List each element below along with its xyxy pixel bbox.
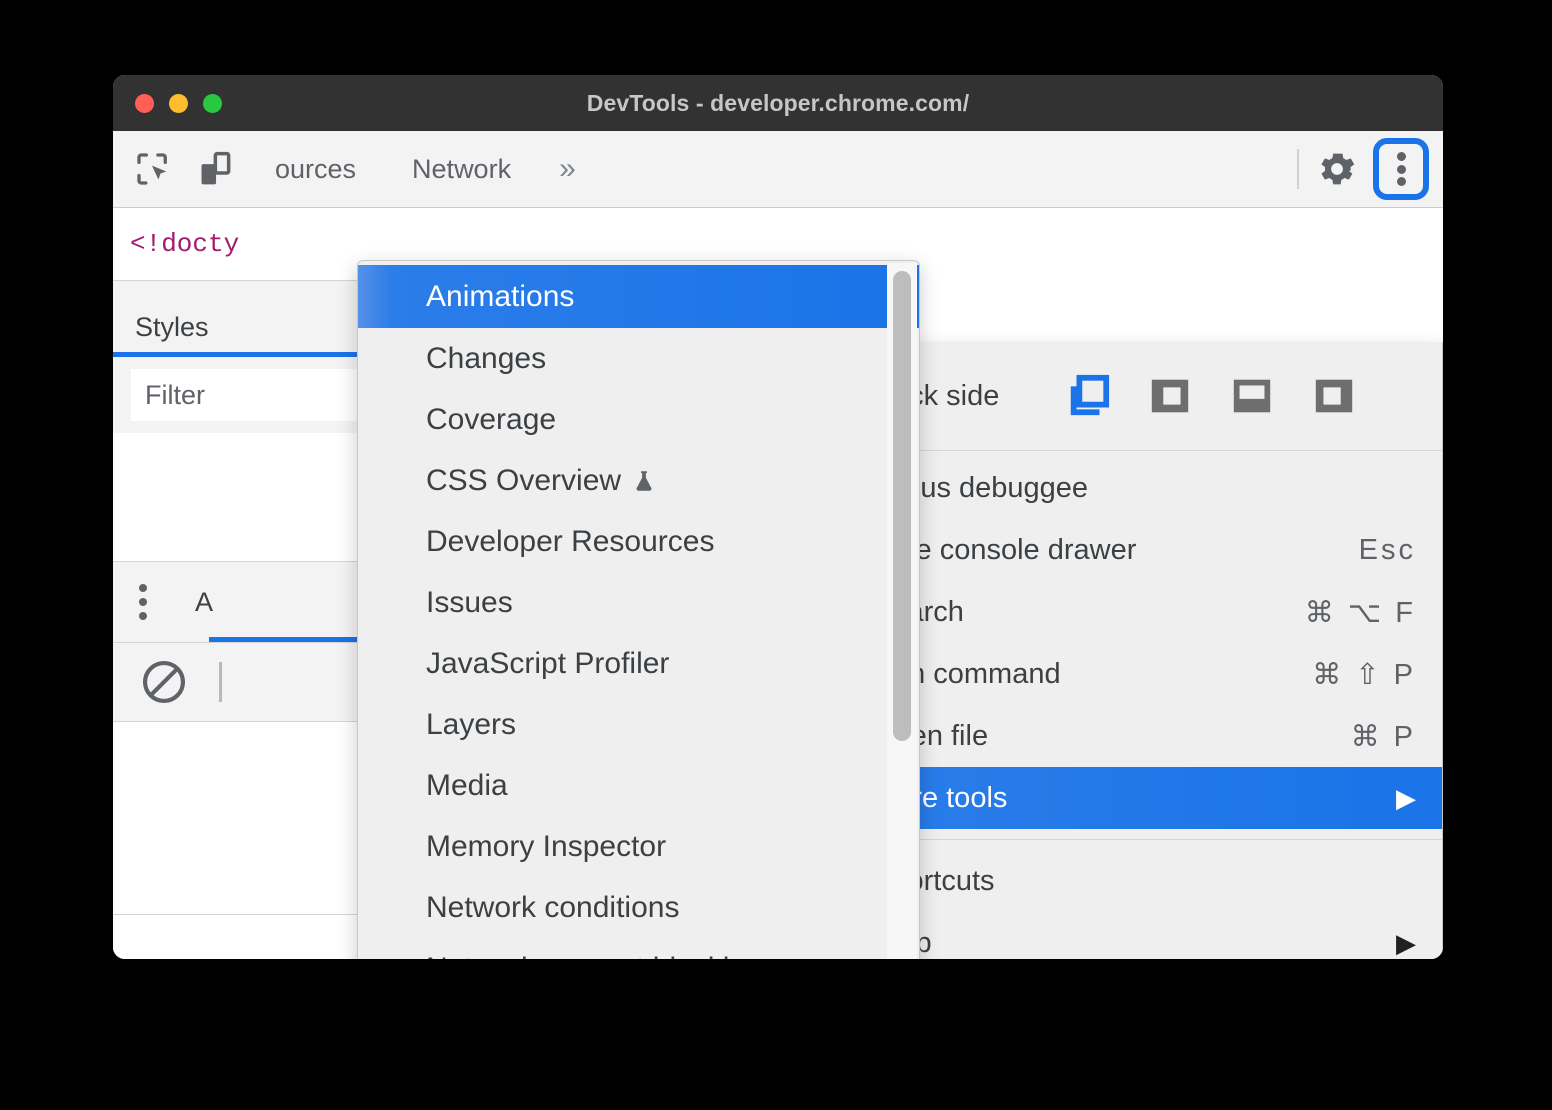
experimental-flask-icon — [631, 468, 657, 494]
submenu-item-label: JavaScript Profiler — [426, 646, 670, 680]
device-toolbar-icon[interactable] — [193, 147, 237, 191]
doctype-text: <!docty — [130, 228, 240, 259]
dock-to-bottom-button[interactable] — [1225, 369, 1279, 423]
submenu-item-label: Layers — [426, 707, 517, 741]
devtools-body: <!docty Styles Filter A ources Network »… — [113, 131, 1443, 959]
submenu-item-label: Media — [426, 768, 508, 802]
submenu-item-changes[interactable]: Changes — [358, 328, 919, 389]
close-window-button[interactable] — [135, 93, 154, 113]
submenu-item-css-overview[interactable]: CSS Overview — [358, 450, 919, 511]
submenu-item-layers[interactable]: Layers — [358, 694, 919, 755]
toolbar-right-group — [1285, 131, 1429, 207]
toolbar-divider — [1297, 149, 1299, 189]
submenu-scrollbar-thumb[interactable] — [893, 271, 911, 741]
maximize-window-button[interactable] — [203, 93, 222, 113]
submenu-item-memory-inspector[interactable]: Memory Inspector — [358, 816, 919, 877]
submenu-item-label: Animations — [426, 279, 575, 313]
styles-tab-underline — [113, 352, 373, 357]
dock-to-right-button[interactable] — [1307, 369, 1361, 423]
clear-console-icon[interactable] — [139, 657, 189, 707]
menu-item-shortcut: ⌘ ⌥ F — [1304, 596, 1416, 629]
submenu-item-label: Issues — [426, 585, 513, 619]
submenu-item-label: Network conditions — [426, 890, 680, 924]
devtools-toolbar: ources Network » — [113, 131, 1443, 208]
console-prompt-area[interactable] — [113, 915, 373, 959]
submenu-item-label: CSS Overview — [426, 463, 622, 497]
styles-content-area — [113, 433, 373, 562]
styles-filter-row: Filter — [113, 357, 373, 433]
submenu-item-developer-resources[interactable]: Developer Resources — [358, 511, 919, 572]
menu-item-shortcut: Esc — [1358, 533, 1416, 566]
window-title-bar: DevTools - developer.chrome.com/ — [113, 75, 1443, 131]
three-dot-vertical-icon — [1396, 149, 1406, 190]
tab-network[interactable]: Network — [384, 131, 539, 207]
submenu-item-network-request-blocking[interactable]: Network request blocking — [358, 938, 919, 960]
submenu-scrollbar[interactable] — [887, 263, 917, 959]
submenu-item-javascript-profiler[interactable]: JavaScript Profiler — [358, 633, 919, 694]
console-toolbar — [113, 643, 373, 722]
submenu-item-label: Changes — [426, 341, 547, 375]
submenu-item-coverage[interactable]: Coverage — [358, 389, 919, 450]
styles-filter-input[interactable]: Filter — [131, 369, 361, 421]
submenu-item-animations[interactable]: Animations — [358, 265, 919, 328]
menu-item-shortcut: ⌘ P — [1350, 720, 1416, 753]
styles-filter-placeholder: Filter — [145, 379, 205, 410]
elements-styles-panel: <!docty Styles Filter A — [113, 207, 373, 959]
devtools-window: DevTools - developer.chrome.com/ <!docty… — [113, 75, 1443, 959]
dom-tree-doctype-row[interactable]: <!docty — [113, 207, 373, 281]
submenu-item-network-conditions[interactable]: Network conditions — [358, 877, 919, 938]
more-tabs-icon[interactable]: » — [539, 131, 596, 207]
screenshot-stage: DevTools - developer.chrome.com/ <!docty… — [0, 0, 1552, 1110]
submenu-item-label: Network request blocking — [426, 952, 763, 960]
submenu-item-label: Developer Resources — [426, 524, 715, 558]
traffic-lights — [135, 75, 222, 131]
window-title: DevTools - developer.chrome.com/ — [586, 89, 970, 116]
styles-tab[interactable]: Styles — [113, 281, 373, 357]
more-tools-submenu-list: Animations Changes Coverage CSS Overview Dev… — [358, 261, 919, 959]
console-output-area — [113, 722, 373, 915]
menu-item-shortcut: ⌘ ⇧ P — [1312, 658, 1416, 691]
submenu-item-issues[interactable]: Issues — [358, 572, 919, 633]
inspect-element-icon[interactable] — [131, 147, 175, 191]
submenu-item-label: Coverage — [426, 402, 557, 436]
styles-tab-label: Styles — [135, 312, 209, 342]
submenu-item-media[interactable]: Media — [358, 755, 919, 816]
customize-devtools-kebab-button[interactable] — [1373, 138, 1429, 200]
tab-sources[interactable]: ources — [247, 131, 384, 207]
submenu-arrow-icon: ▶ — [1396, 783, 1416, 813]
undock-into-separate-window-button[interactable] — [1061, 369, 1115, 423]
drawer-tab-underline — [209, 637, 373, 642]
panel-tab-bar: ources Network » — [247, 131, 596, 207]
dock-to-left-button[interactable] — [1143, 369, 1197, 423]
minimize-window-button[interactable] — [169, 93, 188, 113]
console-drawer-header: A — [113, 562, 373, 643]
submenu-item-label: Memory Inspector — [426, 829, 667, 863]
gear-icon[interactable] — [1315, 147, 1359, 191]
console-toolbar-divider — [219, 662, 222, 702]
submenu-arrow-icon: ▶ — [1396, 928, 1416, 958]
drawer-tab-console[interactable]: A — [195, 587, 213, 618]
more-tools-submenu: Animations Changes Coverage CSS Overview Dev… — [357, 260, 920, 959]
drawer-more-options-icon[interactable] — [113, 581, 173, 623]
